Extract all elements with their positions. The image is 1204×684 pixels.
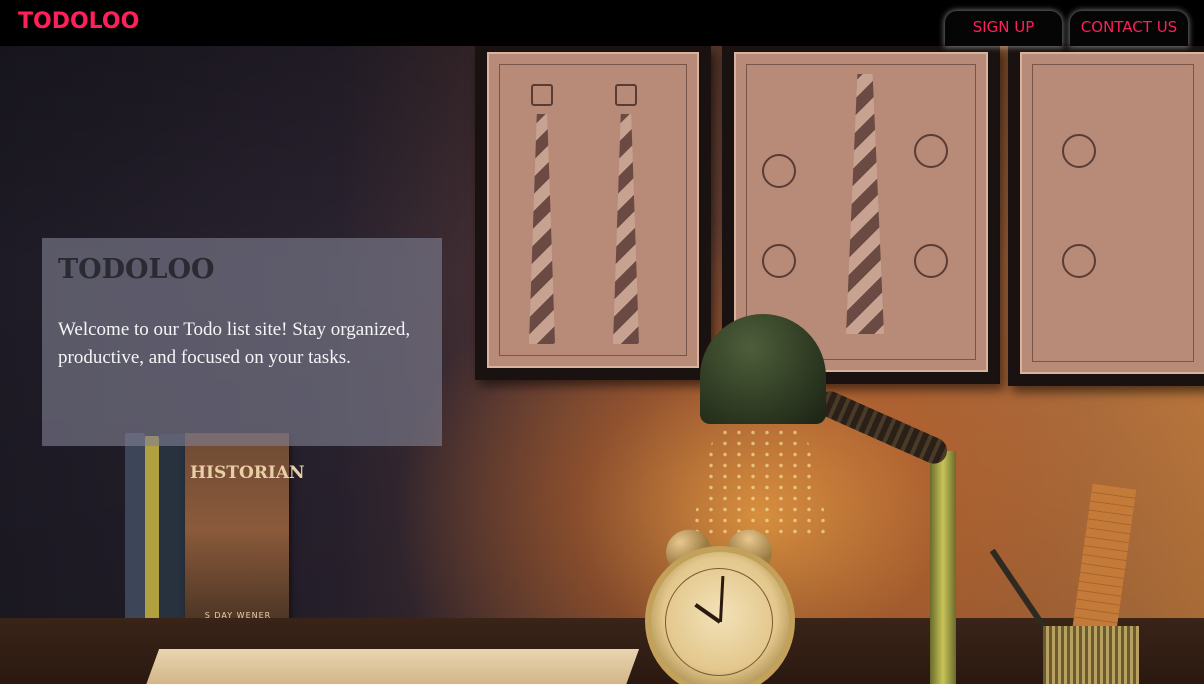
top-navbar: TODOLOO SIGN UP CONTACT US [0, 0, 1204, 46]
card-title: TODOLOO [58, 254, 215, 285]
brand-logo[interactable]: TODOLOO [18, 11, 139, 33]
book-spine [159, 434, 185, 624]
book-title: HISTORIAN [190, 463, 305, 483]
sign-up-button[interactable]: SIGN UP [945, 11, 1062, 46]
open-book [140, 649, 640, 684]
book-spine [125, 433, 145, 623]
lighthouse-print-right [1008, 46, 1204, 386]
book-spine [145, 436, 159, 624]
contact-us-button[interactable]: CONTACT US [1070, 11, 1188, 46]
lamp-pole [930, 451, 956, 684]
welcome-card: TODOLOO Welcome to our Todo list site! S… [42, 238, 442, 446]
historian-book [185, 433, 289, 625]
welcome-text: Welcome to our Todo list site! Stay orga… [58, 319, 411, 368]
lighthouse-print-left [475, 46, 711, 380]
pencil-cup [1043, 626, 1139, 684]
